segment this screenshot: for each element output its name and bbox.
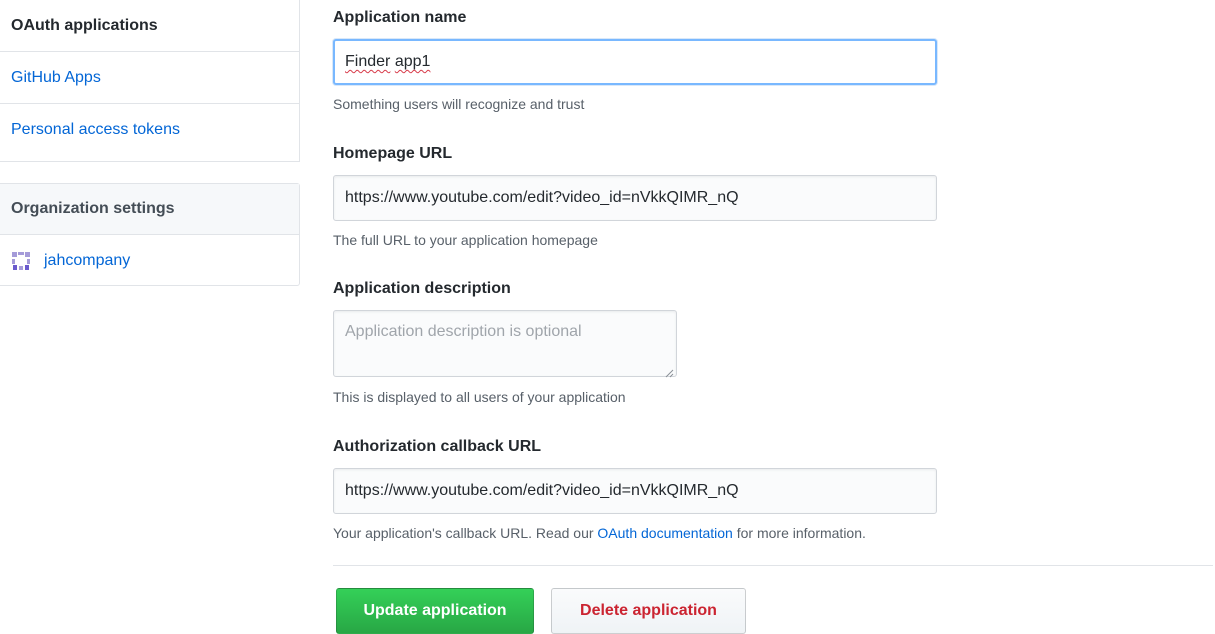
sidebar-item-oauth-applications[interactable]: OAuth applications xyxy=(0,0,299,52)
sidebar-item-label: OAuth applications xyxy=(11,16,158,34)
oauth-documentation-link[interactable]: OAuth documentation xyxy=(597,525,732,541)
application-description-placeholder: Application description is optional xyxy=(345,323,582,340)
callback-url-note-text-end: for more information. xyxy=(732,525,866,541)
form-divider xyxy=(333,565,1213,566)
sidebar-item-personal-access-tokens[interactable]: Personal access tokens xyxy=(0,104,299,156)
application-name-input[interactable]: Finder app1 xyxy=(333,39,937,85)
application-description-label: Application description xyxy=(333,280,511,297)
application-name-note: Something users will recognize and trust xyxy=(333,96,585,112)
callback-url-note-text: Your application's callback URL. Read ou… xyxy=(333,525,598,541)
org-avatar-icon xyxy=(11,251,31,271)
update-application-button[interactable]: Update application xyxy=(336,588,534,634)
callback-url-value: https://www.youtube.com/edit?video_id=nV… xyxy=(345,482,739,499)
homepage-url-input[interactable]: https://www.youtube.com/edit?video_id=nV… xyxy=(333,175,937,221)
callback-url-input[interactable]: https://www.youtube.com/edit?video_id=nV… xyxy=(333,468,937,514)
application-description-note: This is displayed to all users of your a… xyxy=(333,389,626,405)
personal-settings-menu: OAuth applications GitHub Apps Personal … xyxy=(0,0,300,162)
organization-settings-menu: Organization settings jahcompany xyxy=(0,183,300,286)
sidebar-item-jahcompany[interactable]: jahcompany xyxy=(0,235,299,287)
sidebar-item-github-apps[interactable]: GitHub Apps xyxy=(0,52,299,104)
callback-url-label: Authorization callback URL xyxy=(333,438,542,455)
organization-settings-heading: Organization settings xyxy=(0,184,299,235)
homepage-url-value: https://www.youtube.com/edit?video_id=nV… xyxy=(345,189,739,206)
sidebar-item-label: Personal access tokens xyxy=(11,121,180,138)
application-description-textarea[interactable]: Application description is optional xyxy=(333,310,677,378)
application-name-value-word1: Finder xyxy=(345,53,391,70)
homepage-url-note: The full URL to your application homepag… xyxy=(333,232,598,248)
application-name-label: Application name xyxy=(333,9,467,26)
callback-url-note: Your application's callback URL. Read ou… xyxy=(333,525,866,541)
sidebar-item-label: jahcompany xyxy=(44,252,131,269)
delete-application-button[interactable]: Delete application xyxy=(551,588,746,634)
application-name-value-word2: app1 xyxy=(394,53,431,70)
homepage-url-label: Homepage URL xyxy=(333,145,453,162)
sidebar-item-label: GitHub Apps xyxy=(11,68,101,86)
resize-grip-icon[interactable] xyxy=(665,365,674,378)
